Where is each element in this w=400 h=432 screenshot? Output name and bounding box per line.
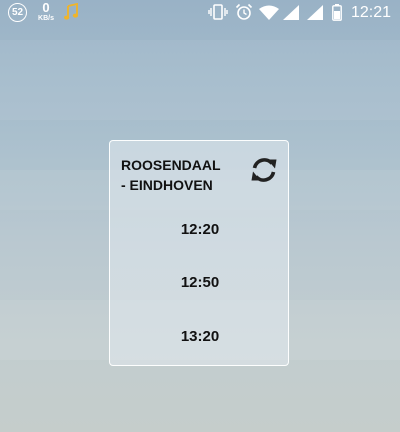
train-departures-widget[interactable]: ROOSENDAAL - EINDHOVEN 12:20 12:50 13:20 xyxy=(109,140,289,366)
wallpaper-band xyxy=(0,40,400,120)
departure-time: 13:20 xyxy=(180,328,220,345)
vibrate-icon xyxy=(208,4,228,25)
departure-time-row[interactable]: 13:20 xyxy=(110,328,288,345)
wifi-icon xyxy=(259,5,279,25)
route-destination: - EINDHOVEN xyxy=(121,177,213,193)
departure-time: 12:20 xyxy=(180,221,220,238)
alarm-icon xyxy=(235,3,253,26)
departure-time-row[interactable]: 12:50 xyxy=(110,274,288,291)
status-bar: 52 0 KB/s 12:21 xyxy=(0,0,400,26)
refresh-icon xyxy=(251,158,277,182)
route-title: ROOSENDAAL - EINDHOVEN xyxy=(121,155,221,195)
music-note-icon xyxy=(64,2,78,26)
cell-signal-icon xyxy=(307,5,323,25)
network-speed-unit: KB/s xyxy=(38,15,54,22)
network-speed-value: 0 xyxy=(42,0,50,15)
departure-time: 12:50 xyxy=(180,274,220,291)
departure-time-row[interactable]: 12:20 xyxy=(110,221,288,238)
route-origin: ROOSENDAAL xyxy=(121,157,221,173)
cell-signal-icon xyxy=(283,5,299,25)
notification-count-badge: 52 xyxy=(8,3,27,22)
refresh-button[interactable] xyxy=(247,153,281,187)
battery-icon xyxy=(332,4,342,26)
status-clock: 12:21 xyxy=(351,4,392,21)
network-speed-indicator: 0 KB/s xyxy=(36,1,56,23)
